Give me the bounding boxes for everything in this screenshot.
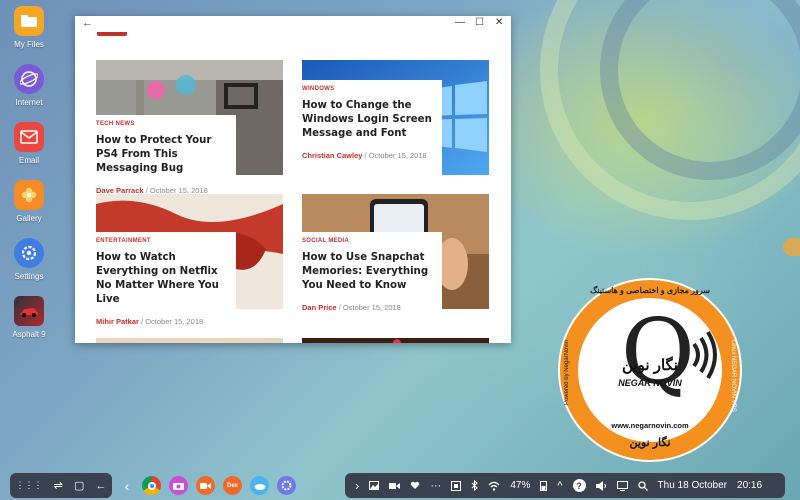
taskbar-prev-icon[interactable]: ‹ [120, 478, 134, 494]
logo-brand-fa: نگار نوین [622, 357, 678, 374]
email-envelope-icon [14, 122, 44, 152]
logo-brand-fa-bottom: نگار نوین [629, 437, 671, 449]
bluetooth-icon[interactable] [471, 480, 479, 491]
gallery-flower-icon [14, 180, 44, 210]
window-titlebar[interactable]: ← — ☐ ✕ [75, 16, 511, 32]
desktop-icon-column: My Files Internet Email Gallery Settings… [6, 4, 52, 352]
desktop-app-label: Email [18, 156, 39, 165]
article-thumbnail [302, 338, 489, 343]
logo-brand-en: NEGAR NOVIN [618, 378, 682, 388]
system-tray-up-icon[interactable]: ^ [557, 480, 562, 492]
article-card[interactable]: SOCIAL MEDIA How to Use Snapchat Memorie… [302, 194, 489, 319]
desktop-app-email[interactable]: Email [6, 120, 52, 178]
article-textbox: SOCIAL MEDIA How to Use Snapchat Memorie… [302, 232, 442, 319]
camera-icon[interactable] [169, 476, 188, 495]
minimize-icon[interactable]: — [455, 17, 465, 28]
article-meta: Dan Price / October 15, 2018 [302, 303, 442, 312]
battery-percent: 47% [510, 480, 531, 491]
desktop-app-label: My Files [14, 40, 44, 49]
settings-app-icon[interactable] [277, 476, 296, 495]
desktop-app-asphalt-9[interactable]: Asphalt 9 [6, 294, 52, 352]
gear-icon [14, 238, 44, 268]
date-separator: / [141, 317, 144, 326]
desktop-app-gallery[interactable]: Gallery [6, 178, 52, 236]
article-grid: TECH NEWS How to Protect Your PS4 From T… [75, 32, 511, 343]
logo-side-text: Linux NEGAR NOVIN VPS [730, 340, 736, 412]
more-notifications-icon[interactable]: ··· [430, 480, 441, 492]
home-icon[interactable]: ▢ [74, 479, 84, 492]
watermark-logo: سرور مجازی و اختصاصی و هاستینگ Linux NEG… [560, 280, 740, 460]
weather-icon[interactable] [250, 476, 269, 495]
article-author[interactable]: Mihir Patkar [96, 317, 139, 326]
article-title[interactable]: How to Change the Windows Login Screen M… [302, 99, 442, 141]
desktop-app-label: Gallery [16, 214, 42, 223]
edge-panel-handle[interactable] [783, 238, 800, 256]
desktop-app-my-files[interactable]: My Files [6, 4, 52, 62]
article-textbox: WINDOWS How to Change the Windows Login … [302, 80, 442, 175]
maximize-icon[interactable]: ☐ [475, 17, 484, 28]
article-textbox: TECH NEWS How to Protect Your PS4 From T… [96, 115, 236, 195]
desktop-app-label: Settings [14, 272, 44, 281]
expand-tray-icon[interactable]: › [355, 478, 359, 493]
article-meta: Christian Cawley / October 15, 2018 [302, 151, 442, 160]
date-separator: / [338, 303, 341, 312]
desktop-app-settings[interactable]: Settings [6, 236, 52, 294]
article-thumbnail [96, 338, 283, 343]
back-arrow-icon[interactable]: ← [82, 17, 93, 29]
video-notification-icon[interactable] [389, 482, 401, 490]
browser-window: ← — ☐ ✕ TECH NEWS How to Protect Your PS… [75, 16, 511, 343]
article-category[interactable]: ENTERTAINMENT [96, 238, 236, 244]
logo-url: www.negarnovin.com [611, 421, 689, 430]
heart-notification-icon[interactable] [410, 481, 420, 490]
folder-icon [14, 6, 44, 36]
wifi-icon[interactable] [488, 481, 500, 491]
desktop-app-label: Asphalt 9 [12, 330, 46, 339]
screenshot-icon[interactable] [451, 480, 462, 491]
desktop-app-label: Internet [15, 98, 43, 107]
gallery-notification-icon[interactable] [369, 481, 380, 490]
taskbar-status-area: › ··· 47% ^ ? Thu 18 October 20:16 [345, 473, 785, 498]
article-author[interactable]: Christian Cawley [302, 151, 362, 160]
article-author[interactable]: Dan Price [302, 303, 337, 312]
taskbar-apps: ‹ Dex [120, 473, 320, 498]
site-logo [97, 32, 127, 36]
clock-time[interactable]: 20:16 [737, 480, 762, 491]
article-textbox: ENTERTAINMENT How to Watch Everything on… [96, 232, 236, 326]
close-icon[interactable]: ✕ [495, 17, 503, 28]
taskbar-nav-group: ⋮⋮⋮ ⇌ ▢ ← [10, 473, 112, 498]
article-meta: Mihir Patkar / October 15, 2018 [96, 317, 236, 326]
article-date: October 15, 2018 [342, 303, 401, 312]
article-category[interactable]: WINDOWS [302, 86, 442, 92]
recents-icon[interactable]: ⇌ [54, 479, 63, 492]
article-category[interactable]: TECH NEWS [96, 121, 236, 127]
internet-globe-icon [14, 64, 44, 94]
date-separator: / [364, 151, 367, 160]
clock-date[interactable]: Thu 18 October [658, 480, 727, 491]
taskbar: ⋮⋮⋮ ⇌ ▢ ← ‹ Dex › ··· 47% ^ ? Thu 18 Oct… [0, 471, 800, 500]
search-icon[interactable] [637, 480, 648, 491]
back-icon[interactable]: ← [95, 480, 106, 492]
battery-icon [540, 481, 548, 491]
article-date: October 15, 2018 [145, 317, 204, 326]
help-icon[interactable]: ? [572, 479, 586, 492]
article-card[interactable]: WINDOWS How to Change the Windows Login … [302, 60, 489, 175]
desktop-app-internet[interactable]: Internet [6, 62, 52, 120]
app-drawer-icon[interactable]: ⋮⋮⋮ [16, 480, 43, 491]
screen-cast-icon[interactable] [616, 480, 628, 491]
asphalt-game-icon [14, 296, 44, 326]
article-date: October 15, 2018 [368, 151, 427, 160]
volume-icon[interactable] [595, 480, 607, 491]
logo-side-text-left: Powered by NegarNovin [564, 340, 570, 406]
chrome-icon[interactable] [142, 476, 161, 495]
article-card[interactable]: TECH NEWS How to Protect Your PS4 From T… [96, 60, 283, 195]
article-category[interactable]: SOCIAL MEDIA [302, 238, 442, 244]
video-recorder-icon[interactable] [196, 476, 215, 495]
logo-arc-text: سرور مجازی و اختصاصی و هاستینگ [590, 286, 710, 295]
dex-app-icon[interactable]: Dex [223, 476, 242, 495]
article-title[interactable]: How to Use Snapchat Memories: Everything… [302, 251, 442, 293]
article-title[interactable]: How to Protect Your PS4 From This Messag… [96, 134, 236, 176]
article-card[interactable]: ENTERTAINMENT How to Watch Everything on… [96, 194, 283, 326]
article-title[interactable]: How to Watch Everything on Netflix No Ma… [96, 251, 236, 307]
